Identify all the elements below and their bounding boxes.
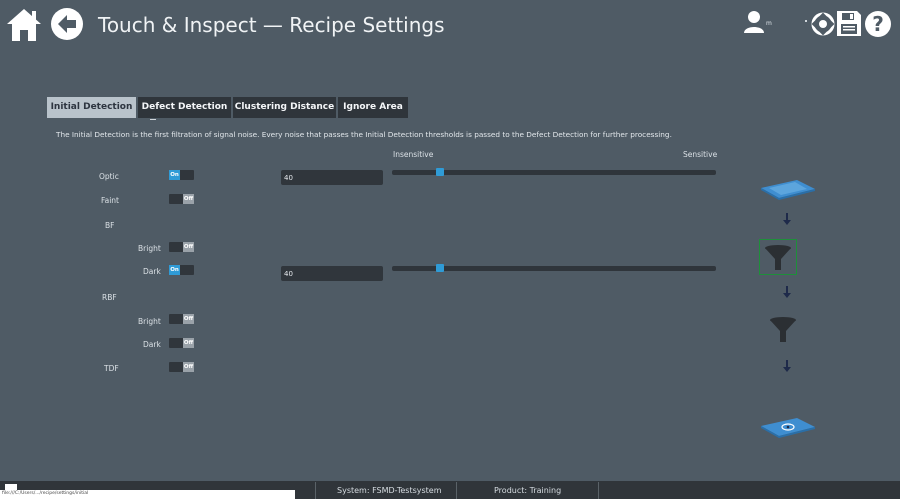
footer-divider — [598, 482, 599, 499]
rbf-dark-toggle-state: Off — [183, 338, 194, 348]
faint-toggle[interactable]: Off — [169, 194, 194, 204]
footer-system: System: FSMD-Testsystem — [337, 486, 442, 495]
save-icon[interactable] — [836, 10, 862, 37]
rbf-bright-toggle-state: Off — [183, 314, 194, 324]
status-url: file:///C:/Users/.../recipe/settings/ini… — [2, 491, 89, 496]
bf-label: BF — [105, 221, 115, 230]
bf-dark-toggle[interactable]: On — [169, 265, 194, 275]
bf-dark-threshold-input[interactable] — [281, 266, 383, 281]
slider-max-label: Sensitive — [683, 150, 718, 159]
faint-label: Faint — [101, 196, 119, 205]
rbf-label: RBF — [102, 293, 117, 302]
page-title: Touch & Inspect — Recipe Settings — [98, 13, 445, 37]
bf-dark-label: Dark — [143, 267, 161, 276]
footer-divider — [315, 482, 316, 499]
tdf-toggle[interactable]: Off — [169, 362, 194, 372]
slider-min-label: Insensitive — [393, 150, 434, 159]
rbf-bright-label: Bright — [138, 317, 161, 326]
flow-arrow-3-icon — [783, 360, 791, 372]
tdf-label: TDF — [104, 364, 119, 373]
wafer-icon — [761, 180, 815, 200]
tab-indicator — [150, 119, 156, 120]
funnel-filter-icon — [770, 317, 796, 342]
svg-text:?: ? — [872, 12, 884, 36]
footer-divider — [456, 482, 457, 499]
footer-product: Product: Training — [494, 486, 562, 495]
faint-toggle-state: Off — [183, 194, 194, 204]
brand-logo-icon — [811, 12, 835, 36]
separator-dot — [805, 20, 807, 22]
tab-initial-detection[interactable]: Initial Detection — [47, 97, 136, 118]
rbf-dark-label: Dark — [143, 340, 161, 349]
user-icon[interactable] — [742, 10, 766, 34]
bf-bright-toggle-state: Off — [183, 242, 194, 252]
bf-bright-label: Bright — [138, 244, 161, 253]
bf-dark-slider-thumb[interactable] — [436, 264, 444, 272]
flow-arrow-1-icon — [783, 213, 791, 225]
optic-sensitivity-slider[interactable] — [392, 168, 716, 176]
home-icon[interactable] — [5, 6, 43, 44]
optic-slider-thumb[interactable] — [436, 168, 444, 176]
bf-bright-toggle[interactable]: Off — [169, 242, 194, 252]
tab-description: The Initial Detection is the first filtr… — [56, 130, 672, 139]
funnel-filter-active-icon — [759, 239, 797, 275]
tab-defect-detection[interactable]: Defect Detection — [138, 97, 231, 118]
optic-toggle-state: On — [169, 170, 180, 180]
bf-dark-sensitivity-slider[interactable] — [392, 264, 716, 272]
wafer-defect-icon — [761, 418, 815, 438]
rbf-bright-toggle[interactable]: Off — [169, 314, 194, 324]
rbf-dark-toggle[interactable]: Off — [169, 338, 194, 348]
optic-threshold-input[interactable] — [281, 170, 383, 185]
optic-label: Optic — [99, 172, 119, 181]
back-arrow-icon[interactable] — [50, 7, 84, 41]
user-name: m — [766, 20, 772, 27]
tdf-toggle-state: Off — [183, 362, 194, 372]
tab-clustering-distance[interactable]: Clustering Distance — [233, 97, 336, 118]
tab-ignore-area[interactable]: Ignore Area — [338, 97, 408, 118]
flow-arrow-2-icon — [783, 286, 791, 298]
optic-toggle[interactable]: On — [169, 170, 194, 180]
bf-dark-toggle-state: On — [169, 265, 180, 275]
help-icon[interactable]: ? — [864, 10, 892, 38]
